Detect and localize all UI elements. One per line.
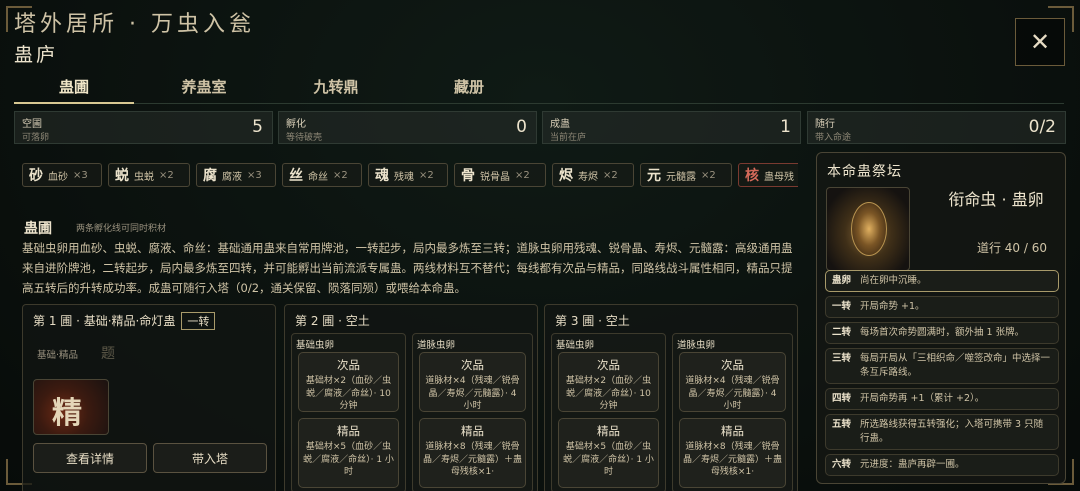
tab-collection[interactable]: 藏册: [409, 76, 529, 97]
egg-option-card[interactable]: 精品 基础材×5（血砂／虫蜕／腐液／命丝）· 1 小时: [298, 418, 399, 488]
plot-3-title: 第 3 圃 · 空土: [555, 314, 630, 328]
stat-empty-plots: 空圃 可落卵 5: [14, 111, 273, 144]
material-chip[interactable]: 元元髓露 ×2: [640, 163, 732, 187]
material-chip[interactable]: 魂残魂 ×2: [368, 163, 448, 187]
egg-option-card[interactable]: 精品 基础材×5（血砂／虫蜕／腐液／命丝）· 1 小时: [558, 418, 659, 488]
egg-option-card[interactable]: 次品 基础材×2（血砂／虫蜕／腐液／命丝）· 10 分钟: [298, 352, 399, 412]
egg-option-card[interactable]: 次品 道脉材×4（残魂／锐骨晶／寿烬／元髓露）· 4 小时: [679, 352, 786, 412]
egg-option-card[interactable]: 次品 基础材×2（血砂／虫蜕／腐液／命丝）· 10 分钟: [558, 352, 659, 412]
altar-title: 本命蛊祭坛: [827, 164, 902, 180]
plot-1-title: 第 1 圃 · 基础·精品·命灯蛊 一转: [33, 312, 216, 330]
tab-breeding-room[interactable]: 养蛊室: [144, 76, 264, 97]
close-button[interactable]: ✕: [1015, 18, 1065, 66]
plot-1-grade-glyph: 题: [101, 346, 115, 362]
material-chip[interactable]: 烬寿烬 ×2: [552, 163, 634, 187]
life-gu-altar-panel: 本命蛊祭坛 衔命虫 · 蛊卵 道行 40 / 60 蛊卵 尚在卵中沉睡。 一转 开局…: [816, 152, 1066, 484]
plot-3: 第 3 圃 · 空土 基础虫卵 次品 基础材×2（血砂／虫蜕／腐液／命丝）· 1…: [544, 304, 798, 491]
material-chip[interactable]: 蜕虫蜕 ×2: [108, 163, 190, 187]
basic-egg-column: 基础虫卵 次品 基础材×2（血砂／虫蜕／腐液／命丝）· 10 分钟 精品 基础材…: [291, 333, 406, 491]
material-chip[interactable]: 腐腐液 ×3: [196, 163, 276, 187]
turn-item[interactable]: 蛊卵 尚在卵中沉睡。: [825, 270, 1059, 292]
turn-item[interactable]: 三转 每局开局从「三相织命／噬签改命」中选择一条互斥路线。: [825, 348, 1059, 384]
page-title: 塔外居所 · 万虫入瓮: [14, 12, 255, 37]
dao-egg-column: 道脉虫卵 次品 道脉材×4（残魂／锐骨晶／寿烬／元髓露）· 4 小时 精品 道脉…: [672, 333, 793, 491]
dao-egg-column: 道脉虫卵 次品 道脉材×4（残魂／锐骨晶／寿烬／元髓露）· 4 小时 精品 道脉…: [412, 333, 533, 491]
plot-2-title: 第 2 圃 · 空土: [295, 314, 370, 328]
life-gu-name: 衔命虫 · 蛊卵: [948, 190, 1044, 209]
garden-description: 基础虫卵用血砂、虫蜕、腐液、命丝：基础通用蛊来自常用牌池，一转起步，局内最多炼至…: [22, 241, 793, 295]
garden-heading: 蛊圃: [24, 221, 52, 237]
life-gu-egg-image: [826, 187, 910, 271]
page-subtitle: 蛊庐: [14, 44, 59, 66]
view-details-button[interactable]: 查看详情: [33, 443, 147, 473]
stat-companions: 随行 带入命途 0/2: [807, 111, 1066, 144]
tab-nine-turn-cauldron[interactable]: 九转鼎: [276, 76, 396, 97]
stats-bar: 空圃 可落卵 5 孵化 等待破壳 0 成蛊 当前在庐 1 随行 带入命途 0/2: [14, 111, 1066, 144]
stat-hatching: 孵化 等待破壳 0: [278, 111, 537, 144]
plot-1: 第 1 圃 · 基础·精品·命灯蛊 一转 基础·精品 题 精 查看详情 带入塔: [22, 304, 276, 491]
material-chip[interactable]: 骨锐骨晶 ×2: [454, 163, 546, 187]
turn-item[interactable]: 六转 元进度：蛊庐再辟一圃。: [825, 454, 1059, 476]
material-list: 砂血砂 ×3 蜕虫蜕 ×2 腐腐液 ×3 丝命丝 ×2 魂残魂 ×2 骨锐骨晶 ×2 烬寿烬…: [22, 163, 798, 187]
material-chip[interactable]: 核蛊母残: [738, 163, 798, 187]
turn-item[interactable]: 五转 所选路线获得五转强化；入塔可携带 3 只随行蛊。: [825, 414, 1059, 450]
close-icon: ✕: [1029, 28, 1051, 56]
garden-note: 两条孵化线可同时积材: [76, 224, 167, 234]
material-chip[interactable]: 丝命丝 ×2: [282, 163, 362, 187]
tab-garden[interactable]: 蛊圃: [14, 76, 134, 104]
turn-item[interactable]: 四转 开局命势再 +1（累计 +2）。: [825, 388, 1059, 410]
take-into-tower-button[interactable]: 带入塔: [153, 443, 267, 473]
stat-grown: 成蛊 当前在庐 1: [542, 111, 801, 144]
turn-item[interactable]: 二转 每场首次命势圆满时，额外抽 1 张牌。: [825, 322, 1059, 344]
material-chip[interactable]: 砂血砂 ×3: [22, 163, 102, 187]
turn-item[interactable]: 一转 开局命势 +1。: [825, 296, 1059, 318]
egg-option-card[interactable]: 精品 道脉材×8（残魂／锐骨晶／寿烬／元髓露）＋蛊母残核×1·: [419, 418, 526, 488]
life-gu-progress: 道行 40 / 60: [976, 241, 1047, 255]
tier-badge: 一转: [181, 312, 216, 330]
egg-option-card[interactable]: 精品 道脉材×8（残魂／锐骨晶／寿烬／元髓露）＋蛊母残核×1·: [679, 418, 786, 488]
gu-egg-image: 精: [33, 379, 109, 435]
plot-2: 第 2 圃 · 空土 基础虫卵 次品 基础材×2（血砂／虫蜕／腐液／命丝）· 1…: [284, 304, 538, 491]
basic-egg-column: 基础虫卵 次品 基础材×2（血砂／虫蜕／腐液／命丝）· 10 分钟 精品 基础材…: [551, 333, 666, 491]
tab-bar: 蛊圃 养蛊室 九转鼎 藏册: [14, 72, 1064, 104]
plot-1-grade: 基础·精品: [37, 350, 79, 361]
egg-option-card[interactable]: 次品 道脉材×4（残魂／锐骨晶／寿烬／元髓露）· 4 小时: [419, 352, 526, 412]
